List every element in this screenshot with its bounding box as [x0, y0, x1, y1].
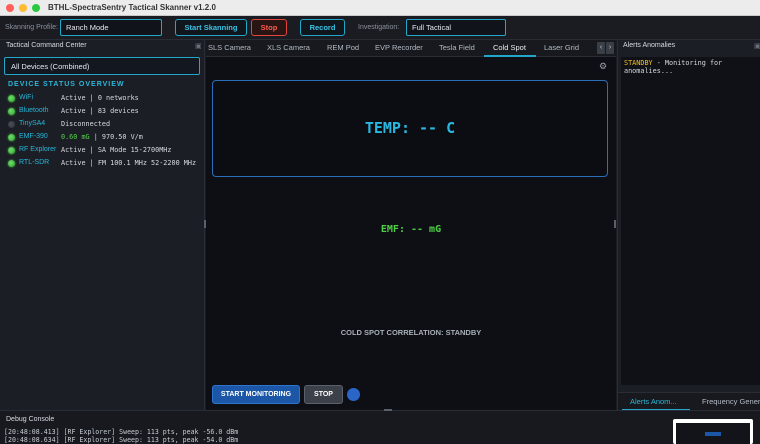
tab-scroll-left-icon[interactable]: ‹ [597, 42, 605, 54]
sensor-tab-bar: SLS Camera XLS Camera REM Pod EVP Record… [206, 40, 616, 57]
log-line: [20:48:08.634] [RF Explorer] Sweep: 113 … [4, 436, 239, 444]
tab-sls-camera[interactable]: SLS Camera [208, 43, 251, 52]
device-status: Disconnected [61, 120, 111, 128]
window-titlebar: BTHL-SpectraSentry Tactical Skanner v1.2… [0, 0, 760, 16]
status-led-icon [8, 95, 15, 102]
record-button[interactable]: Record [300, 19, 345, 36]
investigation-select[interactable]: Full Tactical [406, 19, 506, 36]
tab-scroll-right-icon[interactable]: › [606, 42, 614, 54]
tab-alerts-anomalies[interactable]: Alerts Anom... [630, 397, 677, 406]
tab-cold-spot[interactable]: Cold Spot [493, 43, 526, 52]
tab-rem-pod[interactable]: REM Pod [327, 43, 359, 52]
tactical-command-panel: Tactical Command Center ▣ All Devices (C… [0, 40, 205, 410]
device-status: Active | FM 100.1 MHz 52-2200 MHz [61, 159, 197, 167]
status-led-icon [8, 108, 15, 115]
tab-xls-camera[interactable]: XLS Camera [267, 43, 310, 52]
active-tab-indicator [484, 55, 536, 57]
device-name: EMF-390 [19, 133, 48, 140]
device-row-wifi: WiFi Active | 0 networks [8, 93, 200, 105]
alerts-panel: Alerts Anomalies ▣ STANDBY - Monitoring … [617, 40, 760, 411]
debug-console: Debug Console [20:48:08.413] [RF Explore… [0, 409, 760, 444]
profile-select[interactable]: Ranch Mode [60, 19, 162, 36]
device-status: 0.60 mG | 970.50 V/m [61, 133, 201, 141]
maximize-window-button[interactable] [32, 4, 40, 12]
device-row-emf-390: EMF-390 0.60 mG | 970.50 V/m [8, 132, 200, 144]
device-status: Active | 0 networks [61, 94, 139, 102]
window-title: BTHL-SpectraSentry Tactical Skanner v1.2… [48, 3, 216, 12]
undock-icon[interactable]: ▣ [195, 42, 202, 50]
monitoring-status-indicator [347, 388, 360, 401]
debug-log: [20:48:08.413] [RF Explorer] Sweep: 113 … [4, 428, 669, 444]
panel-title: Tactical Command Center [6, 42, 87, 49]
device-status: Active | 83 devices [61, 107, 139, 115]
device-row-tinysa4: TinySA4 Disconnected [8, 119, 200, 131]
device-name: Bluetooth [19, 107, 49, 114]
device-row-bluetooth: Bluetooth Active | 83 devices [8, 106, 200, 118]
device-row-rtl-sdr: RTL-SDR Active | FM 100.1 MHz 52-2200 MH… [8, 158, 200, 176]
tab-evp-recorder[interactable]: EVP Recorder [375, 43, 423, 52]
log-line: [20:48:08.413] [RF Explorer] Sweep: 113 … [4, 428, 239, 436]
emf-readout: EMF: -- mG [380, 224, 442, 235]
sensor-view-panel: SLS Camera XLS Camera REM Pod EVP Record… [206, 40, 616, 410]
device-row-rf-explorer: RF Explorer Active | SA Mode 15-2700MHz [8, 145, 200, 157]
device-name: RTL-SDR [19, 159, 50, 166]
stop-button[interactable]: Stop [251, 19, 287, 36]
minimize-window-button[interactable] [19, 4, 27, 12]
alert-state: STANDBY [624, 59, 653, 67]
correlation-status: COLD SPOT CORRELATION: STANDBY [340, 328, 482, 337]
device-name: TinySA4 [19, 120, 46, 127]
undock-icon[interactable]: ▣ [754, 42, 760, 50]
alerts-panel-title: Alerts Anomalies [623, 42, 676, 49]
start-monitoring-button[interactable]: START MONITORING [212, 385, 300, 404]
gear-icon[interactable]: ⚙ [599, 61, 607, 72]
stop-monitoring-button[interactable]: STOP [304, 385, 343, 404]
start-skanning-button[interactable]: Start Skanning [175, 19, 247, 36]
alerts-tab-bar: Alerts Anom... Frequency Gener... [618, 392, 760, 411]
status-led-icon [8, 160, 15, 167]
device-name: WiFi [19, 94, 33, 101]
device-status-heading: DEVICE STATUS OVERVIEW [8, 81, 125, 88]
investigation-label: Investigation: [358, 24, 400, 31]
emf-detail: | 970.50 V/m [89, 133, 143, 141]
temperature-display: TEMP: -- C [212, 80, 608, 177]
right-splitter-handle[interactable] [614, 220, 616, 228]
emf-value: 0.60 mG [61, 133, 90, 141]
temperature-readout: TEMP: -- C [364, 119, 456, 137]
tab-frequency-generator[interactable]: Frequency Gener... [702, 397, 760, 406]
console-splitter-handle[interactable] [384, 409, 392, 411]
device-name: RF Explorer [19, 146, 57, 153]
alert-log: STANDBY - Monitoring for anomalies... [621, 57, 760, 385]
main-toolbar: Skanning Profile: Ranch Mode Start Skann… [0, 16, 760, 40]
status-led-icon [8, 121, 15, 128]
preview-thumbnail-button [705, 432, 721, 436]
tab-tesla-field[interactable]: Tesla Field [439, 43, 475, 52]
debug-console-title: Debug Console [6, 416, 55, 423]
status-led-icon [8, 147, 15, 154]
device-select[interactable]: All Devices (Combined) [4, 57, 200, 75]
close-window-button[interactable] [6, 4, 14, 12]
device-status: Active | SA Mode 15-2700MHz [61, 146, 172, 154]
status-led-icon [8, 134, 15, 141]
profile-label: Skanning Profile: [5, 24, 58, 31]
tab-laser-grid[interactable]: Laser Grid [544, 43, 579, 52]
